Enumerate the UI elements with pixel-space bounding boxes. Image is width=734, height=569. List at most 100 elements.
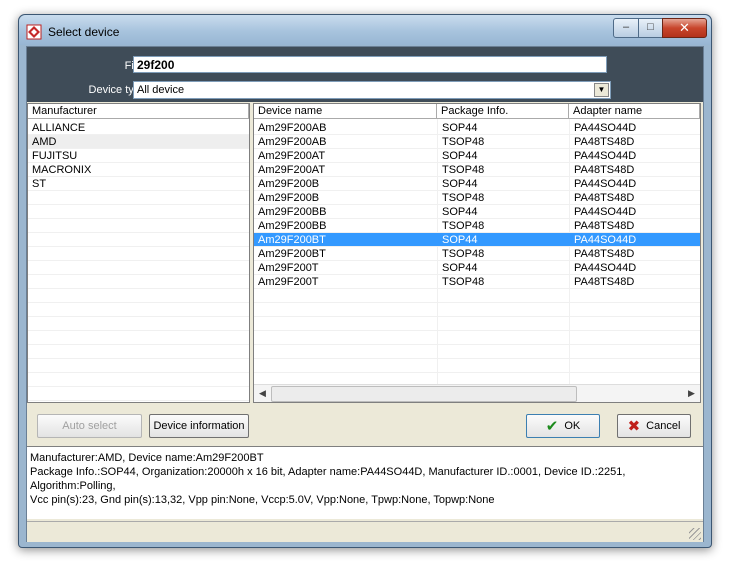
device-row[interactable]: Am29F200B SOP44 PA44SO44D xyxy=(254,177,700,191)
manufacturer-item[interactable]: FUJITSU xyxy=(28,149,249,163)
device-name-column-header[interactable]: Device name xyxy=(254,104,437,119)
empty-row xyxy=(28,275,249,289)
device-package-cell: SOP44 xyxy=(442,262,478,274)
manufacturer-item[interactable]: AMD xyxy=(28,135,249,149)
device-type-select[interactable]: All device ▼ xyxy=(133,81,611,99)
device-package-cell: SOP44 xyxy=(442,178,478,190)
device-information-button[interactable]: Device information xyxy=(149,414,249,438)
device-name-cell: Am29F200B xyxy=(258,192,320,204)
empty-row xyxy=(28,233,249,247)
empty-row xyxy=(28,303,249,317)
empty-row xyxy=(28,191,249,205)
device-row[interactable]: Am29F200AB TSOP48 PA48TS48D xyxy=(254,135,700,149)
device-package-cell: TSOP48 xyxy=(442,192,485,204)
device-row[interactable]: Am29F200AB SOP44 PA44SO44D xyxy=(254,121,700,135)
cross-icon: ✖ xyxy=(627,418,641,435)
resize-grip-icon[interactable] xyxy=(689,528,701,540)
manufacturer-item[interactable]: MACRONIX xyxy=(28,163,249,177)
device-row[interactable]: Am29F200BT SOP44 PA44SO44D xyxy=(254,233,700,247)
ok-button[interactable]: ✔ OK xyxy=(526,414,600,438)
device-row[interactable]: Am29F200BB SOP44 PA44SO44D xyxy=(254,205,700,219)
package-column-header[interactable]: Package Info. xyxy=(437,104,569,119)
device-adapter-cell: PA44SO44D xyxy=(574,206,637,218)
device-package-cell: SOP44 xyxy=(442,150,478,162)
empty-row xyxy=(28,205,249,219)
device-package-cell: TSOP48 xyxy=(442,136,485,148)
info-line: Package Info.:SOP44, Organization:20000h… xyxy=(30,466,626,492)
cancel-label: Cancel xyxy=(646,420,681,432)
chevron-down-icon[interactable]: ▼ xyxy=(594,83,609,97)
status-bar xyxy=(27,521,703,542)
auto-select-button[interactable]: Auto select xyxy=(37,414,142,438)
info-line: Manufacturer:AMD, Device name:Am29F200BT xyxy=(30,452,264,464)
device-adapter-cell: PA44SO44D xyxy=(574,150,637,162)
device-package-cell: SOP44 xyxy=(442,234,478,246)
manufacturer-column-header[interactable]: Manufacturer xyxy=(28,104,249,119)
horizontal-scrollbar[interactable]: ◀ ▶ xyxy=(254,384,700,402)
empty-row xyxy=(28,387,249,401)
title-bar[interactable]: Select device ‒ □ ✕ xyxy=(19,15,711,45)
device-package-cell: TSOP48 xyxy=(442,164,485,176)
close-button[interactable]: ✕ xyxy=(662,18,707,38)
info-line: Vcc pin(s):23, Gnd pin(s):13,32, Vpp pin… xyxy=(30,494,495,506)
device-adapter-cell: PA44SO44D xyxy=(574,262,637,274)
cancel-button[interactable]: ✖ Cancel xyxy=(617,414,691,438)
empty-row xyxy=(28,219,249,233)
select-device-window: Select device ‒ □ ✕ Find 29f200 Device t… xyxy=(18,14,712,548)
empty-row xyxy=(28,373,249,387)
device-name-cell: Am29F200T xyxy=(258,262,319,274)
ok-label: OK xyxy=(564,420,581,432)
device-package-cell: SOP44 xyxy=(442,206,478,218)
checkmark-icon: ✔ xyxy=(545,418,559,435)
device-name-cell: Am29F200AT xyxy=(258,150,326,162)
device-row[interactable]: Am29F200BB TSOP48 PA48TS48D xyxy=(254,219,700,233)
device-row[interactable]: Am29F200BT TSOP48 PA48TS48D xyxy=(254,247,700,261)
empty-row xyxy=(28,261,249,275)
manufacturer-item[interactable]: ST xyxy=(28,177,249,191)
device-row[interactable]: Am29F200AT TSOP48 PA48TS48D xyxy=(254,163,700,177)
maximize-button[interactable]: □ xyxy=(638,18,663,38)
empty-row xyxy=(254,289,700,303)
empty-row xyxy=(28,247,249,261)
device-adapter-cell: PA44SO44D xyxy=(574,178,637,190)
device-package-cell: TSOP48 xyxy=(442,220,485,232)
scroll-left-icon[interactable]: ◀ xyxy=(254,385,271,402)
empty-row xyxy=(254,359,700,373)
device-name-cell: Am29F200BB xyxy=(258,206,327,218)
device-row[interactable]: Am29F200B TSOP48 PA48TS48D xyxy=(254,191,700,205)
empty-row xyxy=(254,303,700,317)
empty-row xyxy=(28,359,249,373)
device-adapter-cell: PA48TS48D xyxy=(574,276,635,288)
device-adapter-cell: PA44SO44D xyxy=(574,122,637,134)
device-name-cell: Am29F200BT xyxy=(258,234,326,246)
scroll-right-icon[interactable]: ▶ xyxy=(683,385,700,402)
device-name-cell: Am29F200AB xyxy=(258,136,327,148)
device-type-value: All device xyxy=(137,84,185,96)
device-name-cell: Am29F200AB xyxy=(258,122,327,134)
empty-row xyxy=(28,289,249,303)
empty-row xyxy=(254,317,700,331)
adapter-column-header[interactable]: Adapter name xyxy=(569,104,700,119)
device-name-cell: Am29F200BB xyxy=(258,220,327,232)
empty-row xyxy=(28,345,249,359)
device-list[interactable]: Device name Package Info. Adapter name A… xyxy=(253,103,701,403)
device-row[interactable]: Am29F200T SOP44 PA44SO44D xyxy=(254,261,700,275)
manufacturer-list[interactable]: Manufacturer ALLIANCE AMD FUJITSU MACRONIX S… xyxy=(27,103,250,403)
device-row[interactable]: Am29F200AT SOP44 PA44SO44D xyxy=(254,149,700,163)
device-adapter-cell: PA44SO44D xyxy=(574,234,637,246)
find-input[interactable]: 29f200 xyxy=(133,56,607,73)
device-package-cell: TSOP48 xyxy=(442,276,485,288)
empty-row xyxy=(254,331,700,345)
manufacturer-item[interactable]: ALLIANCE xyxy=(28,121,249,135)
empty-row xyxy=(28,331,249,345)
device-adapter-cell: PA48TS48D xyxy=(574,164,635,176)
empty-row xyxy=(254,345,700,359)
minimize-button[interactable]: ‒ xyxy=(613,18,639,38)
scrollbar-thumb[interactable] xyxy=(271,386,577,402)
find-panel: Find 29f200 Device type All device ▼ xyxy=(27,47,703,102)
device-name-cell: Am29F200BT xyxy=(258,248,326,260)
device-name-cell: Am29F200T xyxy=(258,276,319,288)
device-row[interactable]: Am29F200T TSOP48 PA48TS48D xyxy=(254,275,700,289)
device-name-cell: Am29F200AT xyxy=(258,164,326,176)
empty-row xyxy=(28,317,249,331)
